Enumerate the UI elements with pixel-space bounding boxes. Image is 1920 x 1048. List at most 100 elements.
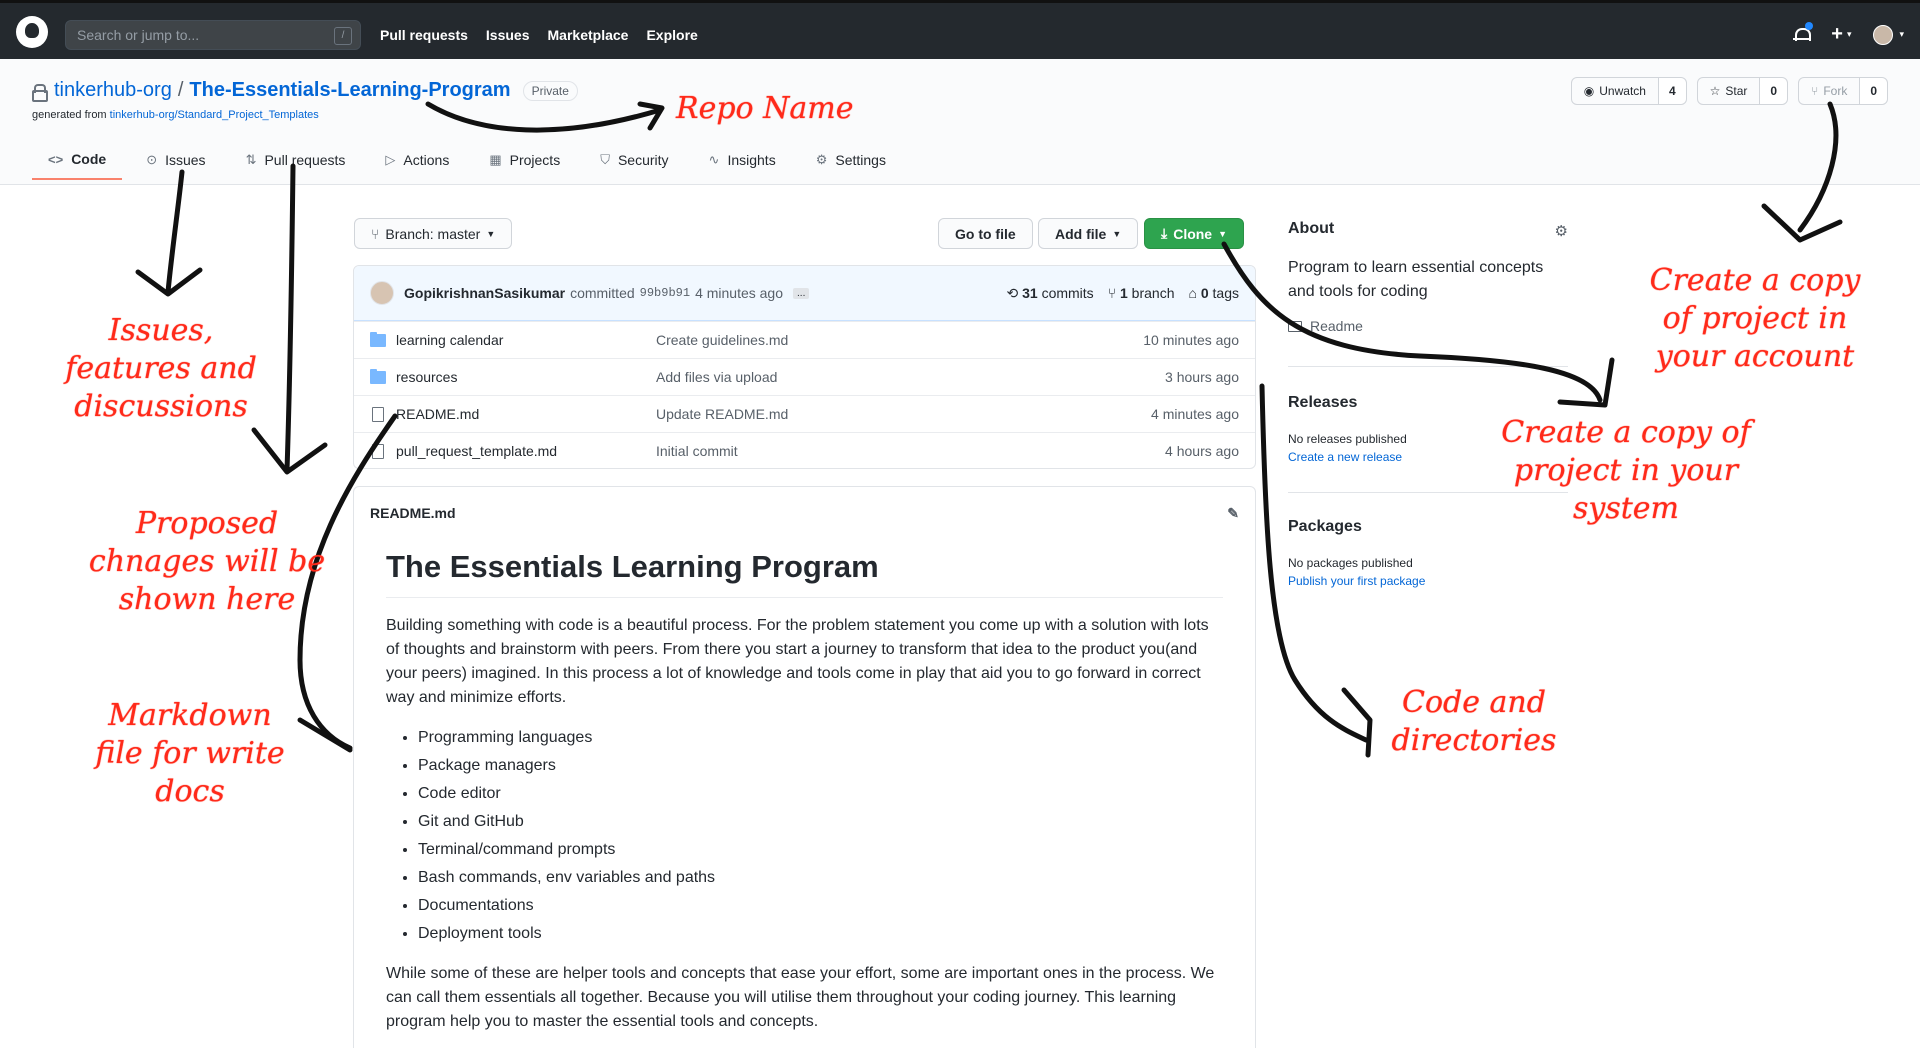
visibility-badge: Private [522,80,578,101]
repo-owner-link[interactable]: tinkerhub-org [54,79,172,102]
tab-actions[interactable]: ▷ Actions [369,143,465,180]
file-commit-message[interactable]: Update README.md [656,406,1151,422]
header-actions: + ▾ ▾ [1793,22,1904,46]
nav-pull-requests[interactable]: Pull requests [380,27,468,43]
file-name[interactable]: resources [396,369,656,385]
create-release-link[interactable]: Create a new release [1288,450,1402,464]
annotation-clone: Create a copy of project in your system [1501,415,1751,526]
edit-pencil-icon[interactable]: ✎ [1227,505,1239,522]
gear-icon[interactable]: ⚙ [1555,222,1568,240]
user-avatar[interactable] [1873,24,1894,45]
repo-header: tinkerhub-org / The-Essentials-Learning-… [0,59,1920,185]
commit-author[interactable]: GopikrishnanSasikumar [404,285,565,301]
global-nav: Pull requests Issues Marketplace Explore [380,27,698,43]
readme-content: The Essentials Learning Program Building… [354,539,1255,1034]
file-row[interactable]: README.md Update README.md 4 minutes ago [354,395,1255,432]
file-browser: GopikrishnanSasikumar committed 99b9b91 … [353,265,1256,469]
search-input[interactable]: Search or jump to... / [65,20,361,50]
template-repo-link[interactable]: tinkerhub-org/Standard_Project_Templates [110,109,319,121]
commit-action: committed [570,285,635,301]
folder-icon [370,368,386,384]
releases-title[interactable]: Releases [1288,394,1568,412]
file-row[interactable]: pull_request_template.md Initial commit … [354,432,1255,468]
nav-marketplace[interactable]: Marketplace [548,27,629,43]
annotation-markdown: Markdown file for write docs [95,698,285,809]
readme-outro: While some of these are helper tools and… [386,965,1215,1030]
generated-from-note: generated from tinkerhub-org/Standard_Pr… [32,109,319,121]
star-count[interactable]: 0 [1760,78,1788,104]
fork-button[interactable]: ⑂ Fork 0 [1798,77,1888,105]
arrow-issues [165,169,185,295]
clone-button[interactable]: ⤓ Clone ▼ [1144,218,1245,249]
repo-name-link[interactable]: The-Essentials-Learning-Program [189,79,510,102]
book-icon [1288,320,1302,332]
file-age: 4 minutes ago [1151,406,1239,422]
commit-expand-button[interactable]: ... [793,287,810,299]
plus-caret-icon[interactable]: ▾ [1847,29,1852,40]
watch-count[interactable]: 4 [1658,78,1686,104]
branch-count: 1 [1119,284,1128,301]
list-item: Git and GitHub [418,808,1223,836]
star-icon: ☆ [1709,84,1721,98]
download-icon: ⤓ [1161,225,1168,241]
tags-count: 0 [1200,284,1209,301]
tag-icon: ⌂ [1188,284,1197,301]
repo-tabs: <> Code ⊙ Issues ⇅ Pull requests ▷ Actions ▦… [32,143,902,180]
add-file-button[interactable]: Add file ▼ [1038,218,1139,249]
star-button[interactable]: ☆ Star 0 [1696,77,1789,105]
annotation-repo-name: Repo Name [676,91,854,126]
nav-explore[interactable]: Explore [646,27,697,43]
fork-icon: ⑂ [1811,84,1819,98]
file-row[interactable]: resources Add files via upload 3 hours a… [354,358,1255,395]
go-to-file-button[interactable]: Go to file [938,218,1033,249]
commits-link[interactable]: ⟲ 31 commits [1006,285,1093,302]
about-description: Program to learn essential concepts and … [1288,259,1544,300]
commits-count: 31 [1022,284,1038,301]
file-name[interactable]: README.md [396,406,656,422]
branch-select-button[interactable]: ⑂ Branch: master ▼ [354,218,513,249]
branches-link[interactable]: ⑂ 1 branch [1108,285,1175,302]
avatar-caret-icon[interactable]: ▾ [1899,29,1904,40]
notification-bell-icon[interactable] [1793,22,1814,43]
fork-count[interactable]: 0 [1860,78,1887,104]
play-icon: ▷ [385,152,396,167]
github-logo-icon[interactable] [16,16,48,48]
tab-code[interactable]: <> Code [32,143,123,180]
file-commit-message[interactable]: Initial commit [656,443,1165,459]
create-new-plus-icon[interactable]: + [1831,23,1843,46]
file-name[interactable]: learning calendar [396,332,656,348]
nav-issues[interactable]: Issues [486,27,530,43]
search-placeholder: Search or jump to... [77,27,200,43]
readme-link[interactable]: Readme [1288,318,1568,334]
watch-button[interactable]: ◉ Unwatch 4 [1570,77,1687,105]
branch-icon: ⑂ [1107,284,1117,301]
clone-label: Clone [1173,225,1213,242]
tab-settings[interactable]: ⚙ Settings [800,143,902,180]
readme-intro: Building something with code is a beauti… [386,617,1209,706]
file-commit-message[interactable]: Add files via upload [656,369,1165,385]
tab-security[interactable]: ⛉ Security [584,143,684,180]
publish-package-link[interactable]: Publish your first package [1288,574,1425,588]
about-title: About [1288,220,1335,237]
readme-link-label: Readme [1310,318,1363,334]
annotation-fork: Create a copy of project in your account [1649,263,1861,374]
tab-projects[interactable]: ▦ Projects [473,143,576,180]
list-item: Code editor [418,780,1223,808]
tags-label: tags [1212,284,1239,301]
readme-filename: README.md [370,505,456,521]
tab-pull-requests[interactable]: ⇅ Pull requests [230,143,362,180]
commit-sha[interactable]: 99b9b91 [640,286,690,300]
go-to-file-label: Go to file [955,225,1016,242]
file-name[interactable]: pull_request_template.md [396,443,656,459]
file-commit-message[interactable]: Create guidelines.md [656,332,1143,348]
tab-code-label: Code [71,151,107,167]
search-shortcut-key: / [334,27,352,45]
code-icon: <> [48,151,64,167]
tab-insights[interactable]: ∿ Insights [693,143,792,180]
tab-issues[interactable]: ⊙ Issues [130,143,221,180]
tags-link[interactable]: ⌂ 0 tags [1188,285,1239,302]
file-row[interactable]: learning calendar Create guidelines.md 1… [354,321,1255,358]
packages-section: Packages No packages published Publish y… [1288,518,1568,590]
commit-author-avatar[interactable] [370,281,394,305]
arrow-pull-requests [284,163,296,473]
